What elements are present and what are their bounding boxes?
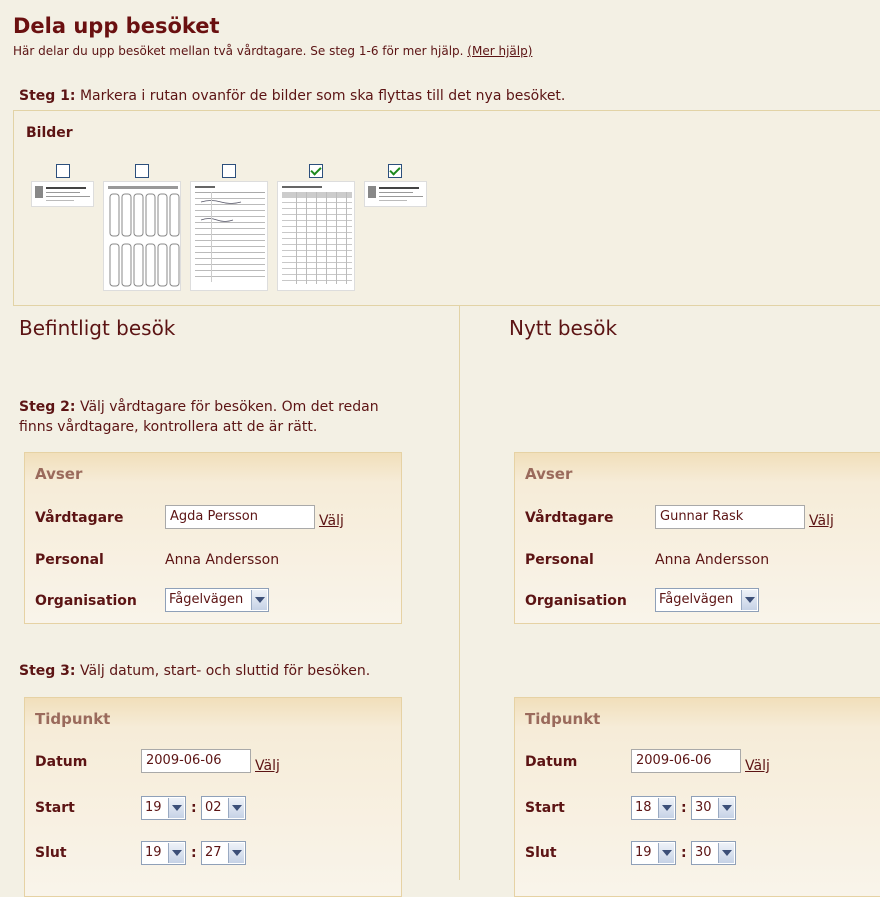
step2-label: Steg 2: (19, 399, 76, 415)
time-separator: : (681, 800, 687, 816)
chevron-down-icon[interactable] (741, 590, 757, 610)
choose-patient-link[interactable]: Välj (809, 513, 834, 529)
step3-instruction: Steg 3: Välj datum, start- och sluttid f… (19, 661, 370, 681)
avser-panel-new: Avser Vårdtagare Gunnar Rask Välj Person… (514, 452, 880, 624)
date-label: Datum (525, 754, 578, 770)
date-label: Datum (35, 754, 88, 770)
step2-instruction: Steg 2: Välj vårdtagare för besöken. Om … (19, 397, 379, 437)
staff-label: Personal (525, 552, 594, 568)
staff-label: Personal (35, 552, 104, 568)
end-minute-value: 27 (205, 845, 222, 860)
time-separator: : (681, 845, 687, 861)
existing-visit-title: Befintligt besök (19, 316, 176, 340)
subtitle-text: Här delar du upp besöket mellan två vård… (13, 44, 464, 58)
chevron-down-icon[interactable] (228, 843, 244, 863)
step1-text: Markera i rutan ovanför de bilder som sk… (79, 88, 566, 104)
step3-text: Välj datum, start- och sluttid för besök… (79, 663, 371, 679)
time-panel-title: Tidpunkt (35, 710, 111, 728)
chevron-down-icon[interactable] (718, 843, 734, 863)
start-hour-value: 18 (635, 800, 652, 815)
image-4-checkbox[interactable] (309, 164, 323, 178)
start-hour-value: 19 (145, 800, 162, 815)
chevron-down-icon[interactable] (228, 798, 244, 818)
end-minute-value: 30 (695, 845, 712, 860)
chevron-down-icon[interactable] (168, 798, 184, 818)
patient-input[interactable]: Gunnar Rask (655, 505, 805, 529)
start-minute-value: 30 (695, 800, 712, 815)
avser-title: Avser (525, 465, 573, 483)
end-hour-select[interactable]: 19 (631, 841, 676, 865)
end-minute-select[interactable]: 27 (201, 841, 246, 865)
end-hour-value: 19 (145, 845, 162, 860)
time-panel-new: Tidpunkt Datum 2009-06-06 Välj Start 18 … (514, 697, 880, 897)
end-label: Slut (35, 845, 67, 861)
organisation-label: Organisation (35, 593, 137, 609)
images-panel: Bilder (13, 110, 880, 306)
page-title: Dela upp besöket (13, 14, 220, 38)
staff-value: Anna Andersson (655, 552, 770, 568)
image-1-checkbox[interactable] (56, 164, 70, 178)
end-hour-value: 19 (635, 845, 652, 860)
image-4-thumbnail[interactable] (277, 181, 355, 291)
organisation-select-value: Fågelvägen (169, 592, 244, 607)
start-label: Start (525, 800, 565, 816)
choose-date-link[interactable]: Välj (745, 758, 770, 774)
time-panel-title: Tidpunkt (525, 710, 601, 728)
column-divider (459, 306, 460, 880)
chevron-down-icon[interactable] (658, 843, 674, 863)
step1-label: Steg 1: (19, 88, 76, 104)
step1-instruction: Steg 1: Markera i rutan ovanför de bilde… (19, 86, 565, 106)
patient-label: Vårdtagare (525, 510, 614, 526)
organisation-select[interactable]: Fågelvägen (165, 588, 269, 612)
new-visit-title: Nytt besök (509, 316, 618, 340)
date-input[interactable]: 2009-06-06 (631, 749, 741, 773)
patient-input[interactable]: Agda Persson (165, 505, 315, 529)
chevron-down-icon[interactable] (718, 798, 734, 818)
avser-title: Avser (35, 465, 83, 483)
choose-date-link[interactable]: Välj (255, 758, 280, 774)
time-separator: : (191, 800, 197, 816)
start-minute-value: 02 (205, 800, 222, 815)
step2-text-line2: finns vårdtagare, kontrollera att de är … (19, 419, 318, 435)
images-panel-title: Bilder (26, 125, 73, 141)
image-2-thumbnail[interactable] (103, 181, 181, 291)
page-subtitle: Här delar du upp besöket mellan två vård… (13, 44, 532, 58)
image-5-checkbox[interactable] (388, 164, 402, 178)
step3-label: Steg 3: (19, 663, 76, 679)
end-hour-select[interactable]: 19 (141, 841, 186, 865)
chevron-down-icon[interactable] (658, 798, 674, 818)
image-3-thumbnail[interactable] (190, 181, 268, 291)
choose-patient-link[interactable]: Välj (319, 513, 344, 529)
avser-panel-existing: Avser Vårdtagare Agda Persson Välj Perso… (24, 452, 402, 624)
time-separator: : (191, 845, 197, 861)
time-panel-existing: Tidpunkt Datum 2009-06-06 Välj Start 19 … (24, 697, 402, 897)
organisation-select-value: Fågelvägen (659, 592, 734, 607)
image-2-checkbox[interactable] (135, 164, 149, 178)
chevron-down-icon[interactable] (251, 590, 267, 610)
start-hour-select[interactable]: 18 (631, 796, 676, 820)
start-label: Start (35, 800, 75, 816)
image-3-checkbox[interactable] (222, 164, 236, 178)
organisation-label: Organisation (525, 593, 627, 609)
start-hour-select[interactable]: 19 (141, 796, 186, 820)
staff-value: Anna Andersson (165, 552, 280, 568)
image-5-thumbnail[interactable] (364, 181, 427, 207)
image-1-thumbnail[interactable] (31, 181, 94, 207)
end-label: Slut (525, 845, 557, 861)
step2-text-line1: Välj vårdtagare för besöken. Om det reda… (79, 399, 379, 415)
chevron-down-icon[interactable] (168, 843, 184, 863)
end-minute-select[interactable]: 30 (691, 841, 736, 865)
start-minute-select[interactable]: 30 (691, 796, 736, 820)
organisation-select[interactable]: Fågelvägen (655, 588, 759, 612)
help-link[interactable]: (Mer hjälp) (467, 44, 532, 58)
start-minute-select[interactable]: 02 (201, 796, 246, 820)
date-input[interactable]: 2009-06-06 (141, 749, 251, 773)
patient-label: Vårdtagare (35, 510, 124, 526)
